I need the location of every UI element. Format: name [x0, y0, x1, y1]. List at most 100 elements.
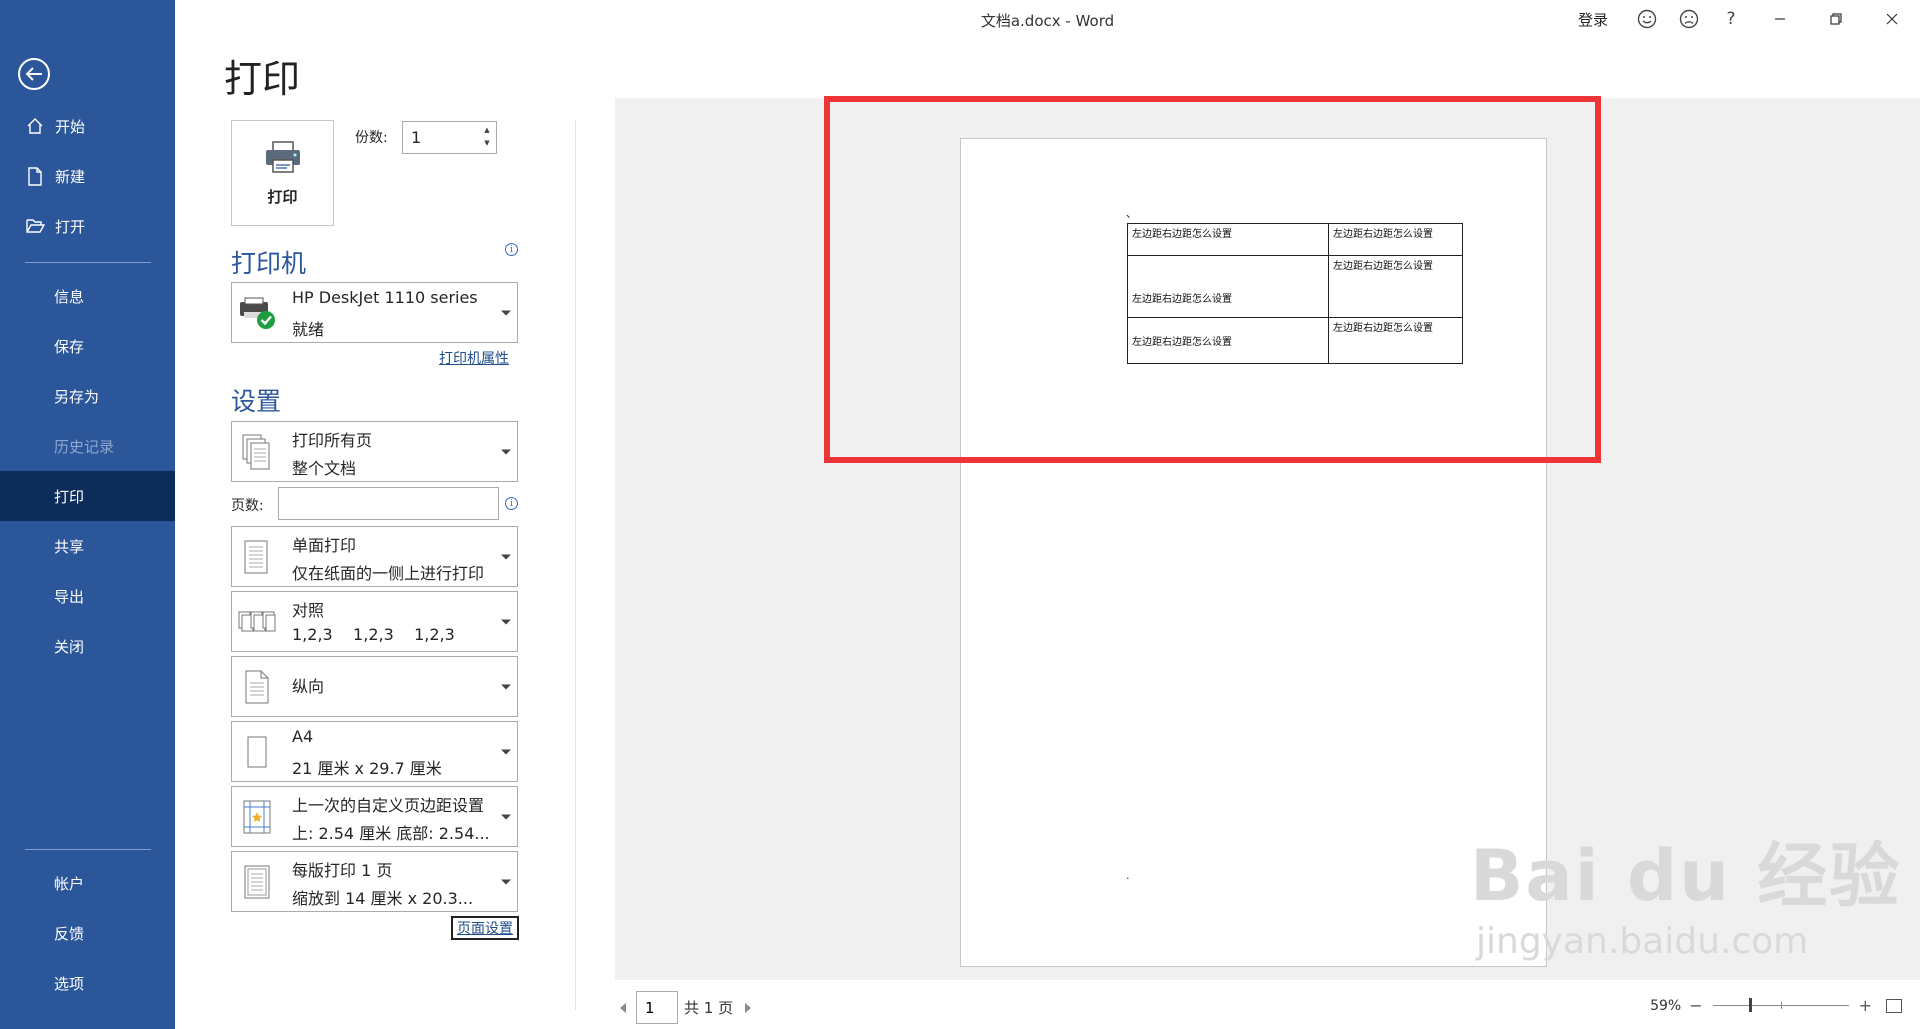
watermark-main: Bai du 经验	[1470, 835, 1902, 917]
sidebar-item-label: 信息	[54, 287, 85, 306]
sidebar-item-share[interactable]: 共享	[0, 521, 175, 571]
setting-line1: 对照	[292, 601, 325, 620]
minimize-icon[interactable]	[1752, 0, 1808, 38]
sidebar-item-label: 保存	[54, 337, 85, 356]
back-arrow-icon[interactable]	[18, 58, 50, 90]
print-button[interactable]: 打印	[231, 120, 334, 226]
zoom-to-page-icon[interactable]	[1886, 998, 1902, 1013]
sidebar-item-account[interactable]: 帐户	[0, 858, 175, 908]
setting-line2: 1,2,3 1,2,3 1,2,3	[292, 625, 455, 644]
sidebar-item-label: 共享	[54, 537, 85, 556]
sidebar-item-label: 帐户	[54, 874, 85, 893]
chevron-down-icon	[501, 749, 511, 754]
custom-margins-icon	[238, 797, 276, 837]
zoom-slider[interactable]	[1712, 998, 1849, 1012]
printer-status: 就绪	[292, 320, 325, 339]
zoom-slider-thumb[interactable]	[1748, 998, 1752, 1012]
sides-dropdown[interactable]: 单面打印 仅在纸面的一侧上进行打印	[231, 526, 518, 587]
printer-ready-icon	[238, 293, 276, 333]
sidebar-item-feedback[interactable]: 反馈	[0, 908, 175, 958]
printer-dropdown[interactable]: HP DeskJet 1110 series 就绪	[231, 282, 518, 343]
printer-icon	[263, 140, 303, 178]
sidebar-divider	[25, 849, 151, 850]
watermark-sub: jingyan.baidu.com	[1476, 921, 1809, 962]
setting-line1: 每版打印 1 页	[292, 861, 393, 880]
sidebar-item-save[interactable]: 保存	[0, 321, 175, 371]
chevron-down-icon	[501, 684, 511, 689]
sidebar-item-export[interactable]: 导出	[0, 571, 175, 621]
chevron-down-icon	[501, 449, 511, 454]
setting-line2: 整个文档	[292, 459, 357, 478]
chevron-down-icon	[501, 554, 511, 559]
zoom-out-icon[interactable]: −	[1689, 996, 1702, 1015]
setting-line1: 单面打印	[292, 536, 357, 555]
sidebar-item-close[interactable]: 关闭	[0, 621, 175, 671]
copies-input[interactable]	[403, 122, 473, 153]
chevron-down-icon	[501, 310, 511, 315]
sidebar-divider	[25, 262, 151, 263]
portrait-page-icon	[238, 667, 276, 707]
setting-line2: 21 厘米 x 29.7 厘米	[292, 759, 442, 778]
orientation-dropdown[interactable]: 纵向	[231, 656, 518, 717]
pages-label: 页数:	[231, 498, 264, 514]
sidebar-item-label: 选项	[54, 974, 85, 993]
zoom-percent[interactable]: 59%	[1650, 998, 1681, 1014]
previous-page-icon[interactable]	[620, 1002, 626, 1013]
setting-line2: 缩放到 14 厘米 x 20.3...	[292, 889, 474, 908]
printer-section-title: 打印机	[231, 249, 307, 278]
sidebar-item-label: 反馈	[54, 924, 85, 943]
sidebar-item-new[interactable]: 新建	[0, 151, 175, 201]
info-icon[interactable]: i	[505, 497, 518, 510]
paper-size-dropdown[interactable]: A4 21 厘米 x 29.7 厘米	[231, 721, 518, 782]
sidebar-item-label: 打印	[54, 487, 85, 506]
paragraph-mark: .	[1126, 869, 1130, 882]
restore-icon[interactable]	[1808, 0, 1864, 38]
login-link[interactable]: 登录	[1578, 9, 1608, 30]
setting-line1: A4	[292, 727, 314, 746]
print-range-dropdown[interactable]: 打印所有页 整个文档	[231, 421, 518, 482]
one-page-per-sheet-icon	[238, 862, 276, 902]
frown-feedback-icon[interactable]	[1668, 0, 1710, 38]
close-icon[interactable]	[1864, 0, 1920, 38]
paper-size-icon	[238, 732, 276, 772]
smile-feedback-icon[interactable]	[1626, 0, 1668, 38]
margins-dropdown[interactable]: 上一次的自定义页边距设置 上: 2.54 厘米 底部: 2.54...	[231, 786, 518, 847]
sidebar-item-label: 开始	[55, 117, 86, 136]
print-button-label: 打印	[267, 187, 298, 206]
zoom-control: 59% − +	[1650, 996, 1902, 1015]
copies-stepper[interactable]: ▲ ▼	[402, 121, 497, 154]
sidebar-item-label: 另存为	[54, 387, 100, 406]
copies-label: 份数:	[355, 130, 388, 146]
home-icon	[25, 116, 45, 136]
settings-section-title: 设置	[231, 387, 282, 416]
panel-divider	[575, 120, 576, 1010]
zoom-center-tick	[1780, 1002, 1782, 1009]
next-page-icon[interactable]	[745, 1002, 752, 1013]
page-setup-link[interactable]: 页面设置	[451, 916, 519, 940]
sidebar-item-info[interactable]: 信息	[0, 271, 175, 321]
copies-spin-buttons[interactable]: ▲ ▼	[481, 124, 493, 150]
pages-input[interactable]	[278, 487, 499, 520]
total-pages-label: 共 1 页	[684, 999, 734, 1017]
spin-up-icon[interactable]: ▲	[481, 124, 493, 137]
sidebar-item-save-as[interactable]: 另存为	[0, 371, 175, 421]
sidebar-item-home[interactable]: 开始	[0, 101, 175, 151]
current-page-input[interactable]	[636, 991, 678, 1024]
info-icon[interactable]: i	[505, 243, 518, 256]
printer-properties-link[interactable]: 打印机属性	[439, 348, 509, 368]
setting-line2: 仅在纸面的一侧上进行打印	[292, 564, 485, 583]
sidebar-item-label: 关闭	[54, 637, 85, 656]
chevron-down-icon	[501, 814, 511, 819]
help-icon[interactable]: ?	[1710, 0, 1752, 38]
sidebar-item-options[interactable]: 选项	[0, 958, 175, 1008]
spin-down-icon[interactable]: ▼	[481, 137, 493, 150]
page-title: 打印	[224, 57, 301, 101]
single-sided-page-icon	[238, 537, 276, 577]
collate-dropdown[interactable]: 对照 1,2,3 1,2,3 1,2,3	[231, 591, 518, 652]
sidebar-item-label: 新建	[55, 167, 86, 186]
sidebar-item-print[interactable]: 打印	[0, 471, 175, 521]
setting-line1: 上一次的自定义页边距设置	[292, 796, 485, 815]
sidebar-item-open[interactable]: 打开	[0, 201, 175, 251]
zoom-in-icon[interactable]: +	[1859, 996, 1872, 1015]
pages-per-sheet-dropdown[interactable]: 每版打印 1 页 缩放到 14 厘米 x 20.3...	[231, 851, 518, 912]
